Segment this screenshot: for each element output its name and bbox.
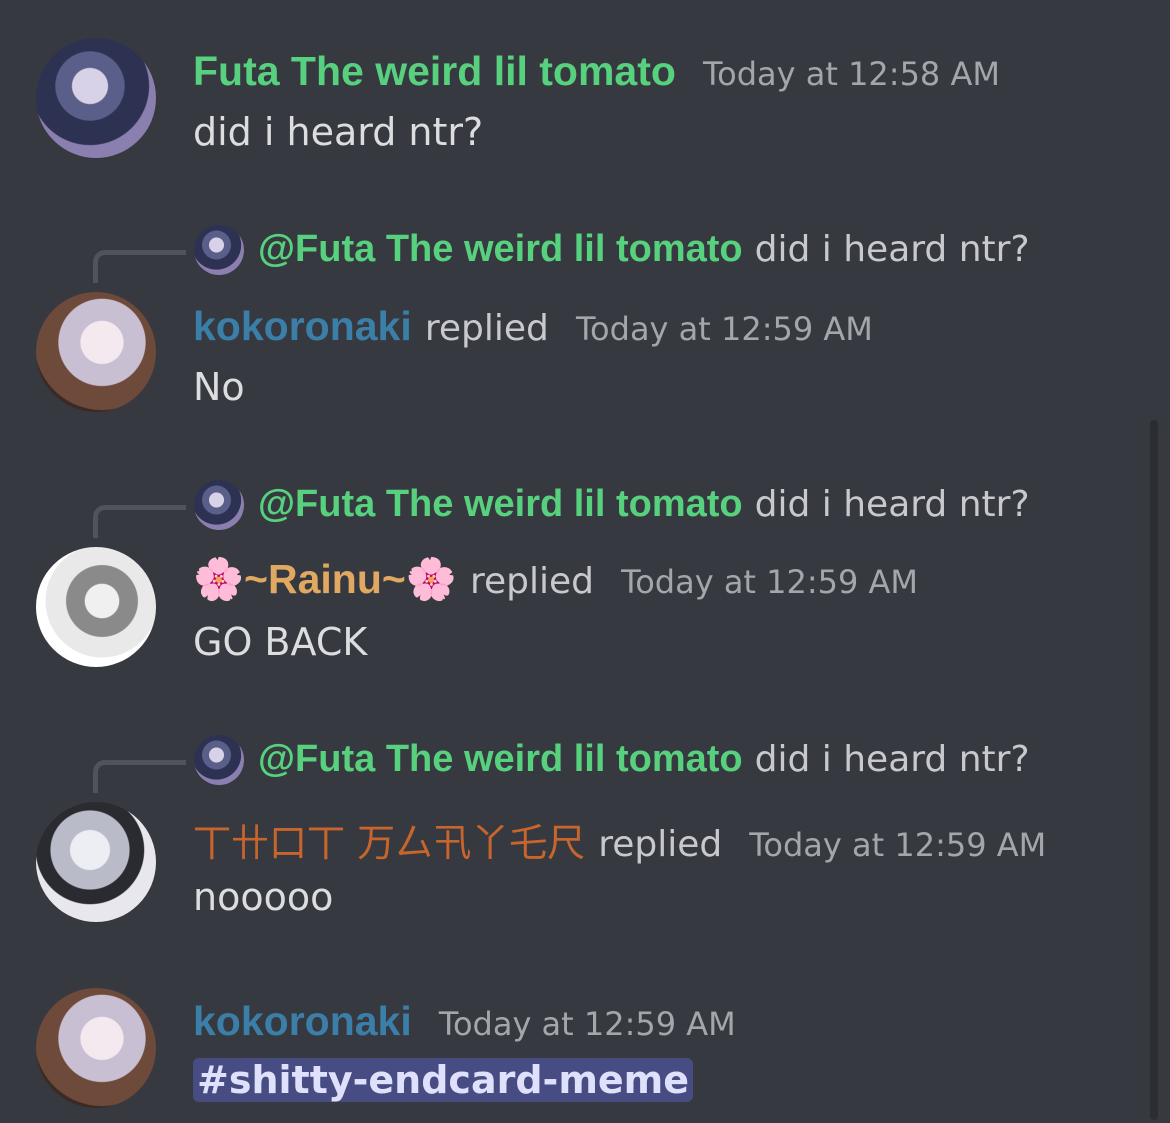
user-avatar[interactable] xyxy=(36,802,156,922)
user-avatar[interactable] xyxy=(36,292,156,412)
reply-connector xyxy=(93,505,186,538)
reply-mention[interactable]: @Futa The weird lil tomato xyxy=(258,738,743,780)
username[interactable]: 🌸~Rainu~🌸 xyxy=(193,556,457,602)
replied-label: replied xyxy=(469,561,594,602)
message-header: 🌸~Rainu~🌸 replied Today at 12:59 AM xyxy=(193,556,918,604)
reply-mention[interactable]: @Futa The weird lil tomato xyxy=(258,228,743,270)
reply-avatar xyxy=(194,225,244,275)
username[interactable]: Futa The weird lil tomato xyxy=(193,48,676,94)
reply-mention[interactable]: @Futa The weird lil tomato xyxy=(258,483,743,525)
message-header: kokoronaki Today at 12:59 AM xyxy=(193,998,736,1045)
message-content: No xyxy=(193,365,245,409)
reply-connector xyxy=(93,760,186,793)
replied-label: replied xyxy=(424,308,549,349)
message-content: #shitty-endcard-meme xyxy=(193,1058,694,1102)
timestamp: Today at 12:59 AM xyxy=(621,563,919,601)
reply-snippet[interactable]: did i heard ntr? xyxy=(755,484,1030,525)
username[interactable]: 丅卄口丅 万厶卂丫乇尺 xyxy=(193,821,585,865)
message-content: GO BACK xyxy=(193,620,368,664)
scrollbar[interactable] xyxy=(1150,420,1158,1120)
reply-context[interactable]: @Futa The weird lil tomato did i heard nt… xyxy=(258,738,1030,781)
message-header: 丅卄口丅 万厶卂丫乇尺 replied Today at 12:59 AM xyxy=(193,812,1046,867)
replied-label: replied xyxy=(598,824,723,865)
reply-context[interactable]: @Futa The weird lil tomato did i heard nt… xyxy=(258,483,1030,526)
message-content: did i heard ntr? xyxy=(193,110,484,154)
channel-mention[interactable]: #shitty-endcard-meme xyxy=(193,1058,694,1102)
timestamp: Today at 12:59 AM xyxy=(438,1005,736,1043)
username[interactable]: kokoronaki xyxy=(193,998,412,1044)
user-avatar[interactable] xyxy=(36,38,156,158)
reply-snippet[interactable]: did i heard ntr? xyxy=(755,739,1030,780)
reply-snippet[interactable]: did i heard ntr? xyxy=(755,229,1030,270)
timestamp: Today at 12:58 AM xyxy=(703,55,1000,93)
message-header: Futa The weird lil tomato Today at 12:58… xyxy=(193,48,1000,95)
reply-connector xyxy=(93,250,186,283)
user-avatar[interactable] xyxy=(36,988,156,1108)
timestamp: Today at 12:59 AM xyxy=(749,826,1047,864)
reply-avatar xyxy=(194,735,244,785)
message-content: nooooo xyxy=(193,875,334,919)
reply-context[interactable]: @Futa The weird lil tomato did i heard nt… xyxy=(258,228,1030,271)
username[interactable]: kokoronaki xyxy=(193,303,412,349)
message-header: kokoronaki replied Today at 12:59 AM xyxy=(193,303,873,350)
reply-avatar xyxy=(194,480,244,530)
user-avatar[interactable] xyxy=(36,547,156,667)
timestamp: Today at 12:59 AM xyxy=(575,310,873,348)
